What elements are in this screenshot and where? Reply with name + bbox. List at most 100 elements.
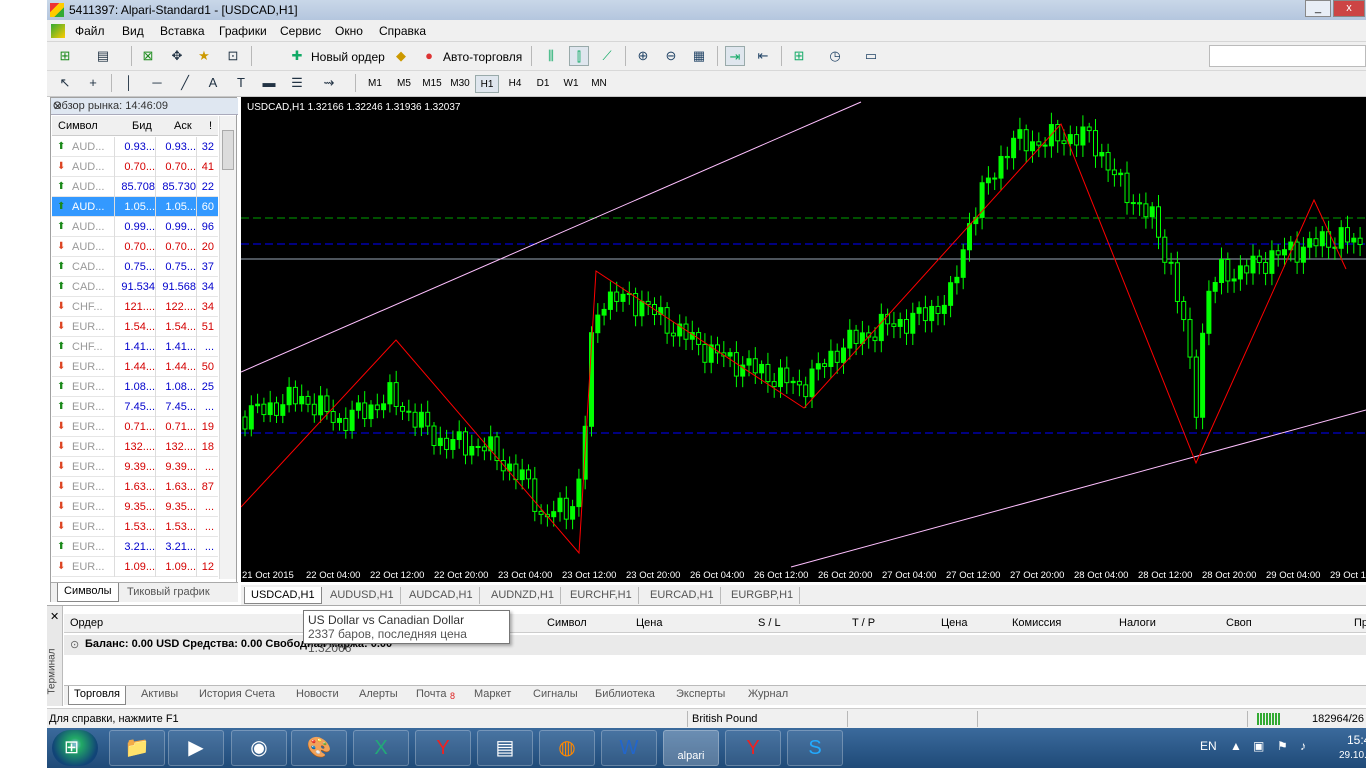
chart-tab[interactable]: EURGBP,H1 (725, 587, 801, 604)
menu-tools[interactable]: Сервис (280, 24, 321, 38)
excel-icon[interactable]: X (353, 730, 409, 766)
trendline-icon[interactable]: ╱ (175, 73, 195, 93)
market-watch-row[interactable]: ⬆ AUD... 0.93... 0.93... 32 (52, 137, 218, 157)
chart-tab[interactable]: EURCAD,H1 (644, 587, 721, 604)
wordpad-icon[interactable]: ▤ (477, 730, 533, 766)
market-watch-row[interactable]: ⬇ CHF... 121.... 122.... 34 (52, 297, 218, 317)
market-watch-row[interactable]: ⬇ EUR... 1.54... 1.54... 51 (52, 317, 218, 337)
terminal-tab[interactable]: Торговля (68, 686, 126, 705)
terminal-icon[interactable]: ⊡ (223, 46, 243, 66)
col-price-2[interactable]: Цена (941, 617, 967, 629)
market-watch-row[interactable]: ⬆ AUD... 85.708 85.730 22 (52, 177, 218, 197)
templates-icon[interactable]: ▭ (861, 46, 881, 66)
explorer-icon[interactable]: 📁 (109, 730, 165, 766)
indicators-icon[interactable]: ⊞ (789, 46, 809, 66)
timeframe-m30[interactable]: M30 (448, 75, 472, 93)
chart-shift-icon[interactable]: ⇤ (753, 46, 773, 66)
market-watch-row[interactable]: ⬇ EUR... 1.09... 1.09... 12 (52, 557, 218, 577)
candlestick-icon[interactable]: ⫿ (569, 46, 589, 66)
new-order-icon[interactable]: ✚ (287, 46, 307, 66)
auto-trading-button[interactable]: Авто-торговля (443, 50, 522, 64)
terminal-tab[interactable]: Сигналы (533, 688, 578, 700)
market-watch-row[interactable]: ⬆ EUR... 7.45... 7.45...... (52, 397, 218, 417)
terminal-tab[interactable]: Маркет (474, 688, 511, 700)
start-button[interactable]: ⊞ (52, 730, 98, 766)
new-order-button[interactable]: Новый ордер (311, 50, 385, 64)
chart-tab[interactable]: EURCHF,H1 (564, 587, 639, 604)
text-label-icon[interactable]: T (231, 73, 251, 93)
rectangle-icon[interactable]: ▬ (259, 73, 279, 93)
terminal-tab[interactable]: Алерты (359, 688, 398, 700)
col-sl[interactable]: S / L (758, 617, 781, 629)
terminal-tab[interactable]: Активы (141, 688, 178, 700)
paint-icon[interactable]: 🎨 (291, 730, 347, 766)
flag-icon[interactable]: ⚑ (1277, 739, 1288, 753)
crosshair-icon[interactable]: + (83, 73, 103, 93)
terminal-close-icon[interactable]: ✕ (50, 610, 59, 623)
chart-tab[interactable]: AUDCAD,H1 (403, 587, 480, 604)
market-watch-row[interactable]: ⬇ EUR... 132.... 132.... 18 (52, 437, 218, 457)
timeframe-h1[interactable]: H1 (475, 75, 499, 93)
cursor-icon[interactable]: ↖ (55, 73, 75, 93)
text-icon[interactable]: A (203, 73, 223, 93)
alpari-taskbar-button[interactable]: alpari (663, 730, 719, 766)
timeframe-h4[interactable]: H4 (503, 75, 527, 93)
timeframe-d1[interactable]: D1 (531, 75, 555, 93)
col-order[interactable]: Ордер (70, 617, 103, 629)
tab-tick-chart[interactable]: Тиковый график (127, 586, 210, 598)
network-icon[interactable]: ▣ (1253, 739, 1264, 753)
menu-window[interactable]: Окно (335, 24, 363, 38)
terminal-tab[interactable]: Почта (416, 688, 447, 700)
market-watch-row[interactable]: ⬆ CHF... 1.41... 1.41...... (52, 337, 218, 357)
chart-tab[interactable]: AUDNZD,H1 (485, 587, 561, 604)
terminal-tab[interactable]: Библиотека (595, 688, 655, 700)
skype-icon[interactable]: S (787, 730, 843, 766)
timeframe-m1[interactable]: M1 (363, 75, 387, 93)
chart-tab[interactable]: USDCAD,H1 (244, 587, 322, 604)
meta-editor-icon[interactable]: ◆ (391, 46, 411, 66)
timeframe-mn[interactable]: MN (587, 75, 611, 93)
market-watch-row[interactable]: ⬆ AUD... 0.99... 0.99... 96 (52, 217, 218, 237)
market-watch-scrollbar[interactable] (219, 116, 236, 579)
chart-tab[interactable]: AUDUSD,H1 (324, 587, 401, 604)
word-icon[interactable]: W (601, 730, 657, 766)
minimize-button[interactable]: _ (1305, 0, 1331, 17)
menu-help[interactable]: Справка (379, 24, 426, 38)
fibo-icon[interactable]: ☰ (287, 73, 307, 93)
menu-file[interactable]: Файл (75, 24, 105, 38)
col-profit[interactable]: Пр (1354, 617, 1366, 629)
data-window-icon[interactable]: ✥ (167, 46, 187, 66)
market-watch-row[interactable]: ⬇ EUR... 9.35... 9.35...... (52, 497, 218, 517)
terminal-tab[interactable]: Новости (296, 688, 339, 700)
yandex-icon[interactable]: Y (415, 730, 471, 766)
col-swap[interactable]: Своп (1226, 617, 1252, 629)
horizontal-line-icon[interactable]: ─ (147, 73, 167, 93)
timeframe-w1[interactable]: W1 (559, 75, 583, 93)
tab-symbols[interactable]: Символы (57, 583, 119, 602)
zoom-out-icon[interactable]: ⊖ (661, 46, 681, 66)
col-bid[interactable]: Бид (132, 120, 152, 132)
menu-charts[interactable]: Графики (219, 24, 267, 38)
line-chart-icon[interactable]: ⟋ (597, 46, 617, 66)
navigator-icon[interactable]: ★ (194, 46, 214, 66)
arrows-icon[interactable]: ⇝ (319, 73, 339, 93)
periods-icon[interactable]: ◷ (825, 46, 845, 66)
price-chart[interactable]: 21 Oct 2015 22 Oct 04:00 22 Oct 12:00 22 Oc… (241, 97, 1366, 582)
bar-chart-icon[interactable]: ⫼ (541, 46, 561, 66)
col-symbol[interactable]: Символ (547, 617, 587, 629)
auto-trading-icon[interactable]: ● (419, 46, 439, 66)
search-input[interactable] (1209, 45, 1366, 67)
timeframe-m5[interactable]: M5 (392, 75, 416, 93)
market-watch-row[interactable]: ⬇ EUR... 0.71... 0.71... 19 (52, 417, 218, 437)
firefox-icon[interactable]: ◍ (539, 730, 595, 766)
col-ask[interactable]: Аск (174, 120, 192, 132)
autoscroll-icon[interactable]: ⇥ (725, 46, 745, 66)
yandex-browser-icon[interactable]: Y (725, 730, 781, 766)
clock-time[interactable]: 15:4 (1347, 733, 1366, 747)
language-indicator[interactable]: EN (1200, 739, 1217, 753)
media-player-icon[interactable]: ▶ (168, 730, 224, 766)
market-watch-row[interactable]: ⬇ EUR... 9.39... 9.39...... (52, 457, 218, 477)
new-chart-icon[interactable]: ⊞ (55, 46, 75, 66)
terminal-tab[interactable]: Журнал (748, 688, 788, 700)
terminal-tab[interactable]: История Счета (199, 688, 275, 700)
